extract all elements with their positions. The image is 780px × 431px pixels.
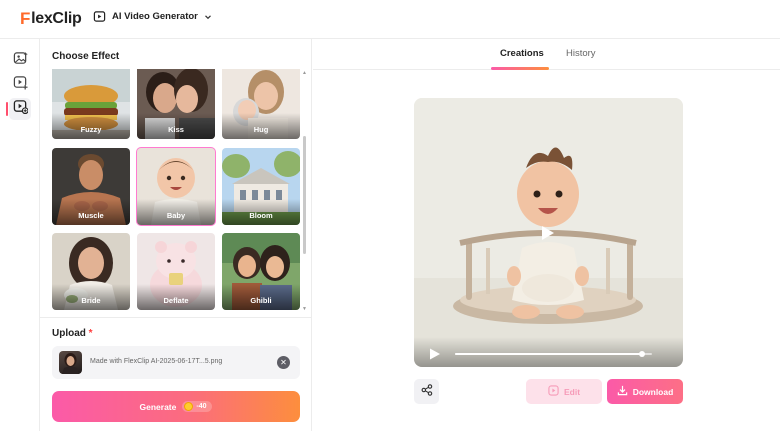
- effect-card-muscle[interactable]: Muscle: [52, 148, 130, 225]
- generate-label: Generate: [139, 401, 177, 412]
- edit-video-icon: [548, 385, 559, 398]
- ai-video-icon: [93, 10, 106, 23]
- effect-label: Kiss: [168, 125, 184, 134]
- tab-history[interactable]: History: [566, 48, 596, 59]
- scroll-thumb[interactable]: [303, 136, 306, 254]
- rail-active-indicator: [6, 102, 8, 116]
- progress-knob[interactable]: [639, 351, 646, 357]
- top-bar: FlexClip AI Video Generator: [0, 0, 780, 39]
- effect-card-bloom[interactable]: Bloom: [222, 148, 300, 225]
- scroll-down-arrow[interactable]: ▼: [302, 306, 307, 312]
- logo-mark: F: [20, 9, 31, 28]
- close-icon: ✕: [280, 357, 287, 367]
- effect-card-ghibli[interactable]: Ghibli: [222, 233, 300, 310]
- effect-card-deflate[interactable]: Deflate: [137, 233, 215, 310]
- credit-cost: -40: [196, 403, 207, 410]
- effect-label: Bride: [81, 296, 101, 305]
- player-controls: [414, 337, 683, 367]
- effect-card-fuzzy[interactable]: Fuzzy: [52, 69, 130, 139]
- logo-text: lexClip: [31, 10, 82, 27]
- effect-card-kiss[interactable]: Kiss: [137, 69, 215, 139]
- edit-button[interactable]: Edit: [526, 379, 602, 404]
- effect-label: Hug: [253, 125, 269, 134]
- rail-item-ai-video[interactable]: [9, 98, 31, 120]
- rail-item-ai-image[interactable]: [9, 50, 31, 72]
- share-button[interactable]: [414, 379, 439, 404]
- upload-title: Upload: [52, 328, 86, 339]
- effect-label: Bloom: [249, 211, 273, 220]
- ai-video-icon: [13, 99, 29, 119]
- credit-cost-badge: -40: [182, 401, 213, 412]
- video-player[interactable]: [414, 98, 683, 367]
- effect-label: Deflate: [163, 296, 189, 305]
- effect-label: Baby: [166, 211, 186, 220]
- progress-bar[interactable]: [455, 351, 652, 357]
- chevron-down-icon: [204, 13, 212, 21]
- ai-image-icon: [13, 51, 28, 71]
- effect-label: Muscle: [78, 211, 104, 220]
- share-icon: [421, 383, 433, 401]
- result-tabs: Creations History: [313, 39, 780, 70]
- play-icon: [430, 348, 440, 360]
- tool-switcher[interactable]: AI Video Generator: [93, 10, 212, 23]
- effect-label: Ghibli: [250, 296, 272, 305]
- effect-card-bride[interactable]: Bride: [52, 233, 130, 310]
- file-thumbnail: [59, 351, 82, 374]
- edit-label: Edit: [563, 386, 581, 397]
- tab-creations[interactable]: Creations: [500, 48, 544, 59]
- download-icon: [617, 385, 628, 398]
- left-rail: [0, 39, 40, 431]
- remove-file-button[interactable]: ✕: [277, 356, 290, 369]
- center-play-button[interactable]: [540, 225, 556, 241]
- required-mark: *: [88, 328, 93, 339]
- tool-name: AI Video Generator: [112, 11, 198, 22]
- rail-item-video[interactable]: [9, 74, 31, 96]
- panel-divider: [40, 317, 312, 318]
- effect-panel: Choose Effect Fuzzy Kiss Hug Muscle Baby…: [40, 39, 312, 431]
- control-play-button[interactable]: [429, 347, 441, 360]
- coin-icon: [184, 402, 194, 411]
- effect-label: Fuzzy: [80, 125, 102, 134]
- file-name: Made with FlexClip AI-2025-06-17T...5.pn…: [90, 358, 223, 365]
- choose-effect-heading: Choose Effect: [52, 51, 120, 62]
- effect-grid[interactable]: Fuzzy Kiss Hug Muscle Baby Bloom Bride D…: [52, 69, 300, 312]
- download-button[interactable]: Download: [607, 379, 683, 404]
- download-label: Download: [632, 386, 674, 397]
- scroll-up-arrow[interactable]: ▲: [302, 70, 307, 76]
- uploaded-file[interactable]: Made with FlexClip AI-2025-06-17T...5.pn…: [52, 346, 300, 379]
- effect-scrollbar[interactable]: ▲ ▼: [302, 70, 307, 312]
- flexclip-logo[interactable]: FlexClip: [20, 9, 82, 29]
- effect-card-baby[interactable]: Baby: [136, 147, 216, 226]
- play-icon: [542, 226, 554, 240]
- effect-card-hug[interactable]: Hug: [222, 69, 300, 139]
- progress-fill: [455, 353, 643, 355]
- upload-heading: Upload *: [52, 328, 93, 339]
- active-tab-indicator: [491, 67, 549, 70]
- video-plus-icon: [13, 75, 28, 95]
- generate-button[interactable]: Generate -40: [52, 391, 300, 422]
